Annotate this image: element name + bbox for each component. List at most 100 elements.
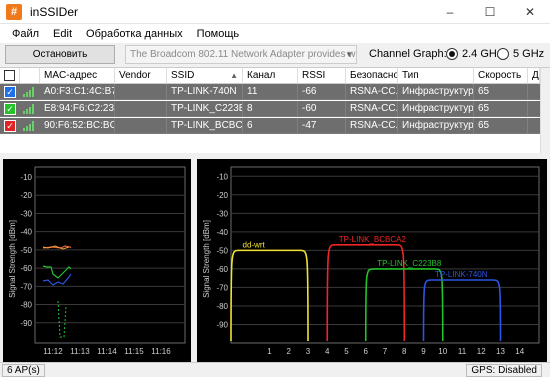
channel-xtick-label: 12 bbox=[477, 347, 486, 356]
cell-mac: E8:94:F6:C2:23:... bbox=[40, 101, 115, 117]
row-checkbox[interactable]: ✓ bbox=[4, 86, 16, 98]
cell-speed: 65 bbox=[474, 118, 528, 134]
time-ytick-label: -60 bbox=[20, 264, 32, 273]
cell-security: RSNA-CC... bbox=[346, 84, 398, 100]
channel-ytick-label: -50 bbox=[216, 246, 228, 255]
time-ytick-label: -20 bbox=[20, 191, 32, 200]
maximize-button[interactable]: ☐ bbox=[470, 0, 510, 24]
channel-xtick-label: 4 bbox=[325, 347, 330, 356]
signal-bars-icon bbox=[23, 104, 35, 114]
cell-ssid: TP-LINK_BCBCA2 bbox=[167, 118, 243, 134]
graphs-area: Signal Strength [dBm] -10 -20 -30 -40 -50 -60… bbox=[0, 159, 550, 362]
series-label: TP-LINK_BCBCA2 bbox=[339, 235, 407, 244]
time-ytick-label: -40 bbox=[20, 228, 32, 237]
cell-mac: 90:F6:52:BC:BC... bbox=[40, 118, 115, 134]
cell-type: Инфраструктура bbox=[398, 118, 474, 134]
cell-rssi: -47 bbox=[298, 118, 346, 134]
table-row[interactable]: ✓ 90:F6:52:BC:BC... TP-LINK_BCBCA26-47RSNA… bbox=[0, 118, 540, 134]
channel-curve-dd-wrt bbox=[230, 249, 309, 342]
adapter-dropdown-value: The Broadcom 802.11 Network Adapter prov… bbox=[130, 49, 357, 60]
chevron-down-icon: ▼ bbox=[345, 50, 353, 59]
column-header-signal[interactable] bbox=[20, 68, 40, 84]
time-ytick-label: -10 bbox=[20, 173, 32, 182]
close-button[interactable]: ✕ bbox=[510, 0, 550, 24]
cell-vendor bbox=[115, 118, 167, 134]
time-xtick-label: 11:14 bbox=[97, 347, 117, 356]
channel-xtick-label: 5 bbox=[344, 347, 349, 356]
cell-security: RSNA-CC... bbox=[346, 101, 398, 117]
time-ytick-label: -30 bbox=[20, 209, 32, 218]
channel-ytick-label: -20 bbox=[216, 191, 228, 200]
cell-speed: 65 bbox=[474, 84, 528, 100]
adapter-dropdown[interactable]: The Broadcom 802.11 Network Adapter prov… bbox=[125, 45, 357, 64]
minimize-button[interactable]: – bbox=[430, 0, 470, 24]
gps-status: GPS: Disabled bbox=[466, 364, 542, 377]
time-graph-ylabel: Signal Strength [dBm] bbox=[8, 220, 17, 298]
stop-button[interactable]: Остановить bbox=[5, 45, 115, 64]
cell-type: Инфраструктура bbox=[398, 84, 474, 100]
toolbar: Остановить The Broadcom 802.11 Network A… bbox=[0, 43, 550, 67]
channel-xtick-label: 8 bbox=[402, 347, 407, 356]
cell-channel: 11 bbox=[243, 84, 298, 100]
channel-ytick-label: -80 bbox=[216, 302, 228, 311]
cell-channel: 6 bbox=[243, 118, 298, 134]
menu-help[interactable]: Помощь bbox=[191, 28, 248, 40]
menu-edit[interactable]: Edit bbox=[47, 28, 80, 40]
window-title: inSSIDer bbox=[30, 4, 79, 19]
channel-graph: Signal Strength [dBm] -10 -20 -30 -40 -50 -60… bbox=[202, 166, 540, 356]
cell-vendor bbox=[115, 101, 167, 117]
channel-graph-pane: Signal Strength [dBm] -10 -20 -30 -40 -50 -60… bbox=[197, 159, 547, 362]
time-ytick-label: -70 bbox=[20, 282, 32, 291]
column-header-more[interactable]: Д bbox=[528, 68, 540, 84]
cell-ssid: TP-LINK_C223B8 bbox=[167, 101, 243, 117]
column-header-vendor[interactable]: Vendor bbox=[115, 68, 167, 84]
sort-ascending-icon: ▲ bbox=[230, 71, 238, 80]
cell-rssi: -66 bbox=[298, 84, 346, 100]
time-graph-pane: Signal Strength [dBm] -10 -20 -30 -40 -50 -60… bbox=[3, 159, 191, 362]
network-table: MAC-адрес Vendor SSID ▲ Канал RSSI Безоп… bbox=[0, 67, 550, 153]
menu-data-processing[interactable]: Обработка данных bbox=[80, 28, 191, 40]
channel-xtick-label: 13 bbox=[496, 347, 505, 356]
column-header-speed[interactable]: Скорость bbox=[474, 68, 528, 84]
channel-xtick-label: 10 bbox=[438, 347, 447, 356]
cell-vendor bbox=[115, 84, 167, 100]
column-header-select[interactable] bbox=[0, 68, 20, 84]
column-header-type[interactable]: Тип bbox=[398, 68, 474, 84]
time-xtick-label: 11:15 bbox=[124, 347, 144, 356]
table-row[interactable]: ✓ E8:94:F6:C2:23:... TP-LINK_C223B88-60RSN… bbox=[0, 101, 540, 117]
channel-ytick-label: -30 bbox=[216, 209, 228, 218]
cell-type: Инфраструктура bbox=[398, 101, 474, 117]
channel-curve-tp-link-740n bbox=[422, 279, 502, 342]
signal-bars-icon bbox=[23, 87, 35, 97]
cell-mac: A0:F3:C1:4C:B7... bbox=[40, 84, 115, 100]
column-header-channel[interactable]: Канал bbox=[243, 68, 298, 84]
time-xtick-label: 11:16 bbox=[151, 347, 171, 356]
cell-ssid: TP-LINK-740N bbox=[167, 84, 243, 100]
band-24ghz-radio[interactable] bbox=[446, 48, 458, 60]
band-5ghz-radio[interactable] bbox=[497, 48, 509, 60]
channel-xtick-label: 2 bbox=[287, 347, 292, 356]
time-ytick-label: -50 bbox=[20, 246, 32, 255]
table-scrollbar[interactable] bbox=[540, 68, 550, 153]
series-label: TP-LINK-740N bbox=[435, 270, 488, 279]
time-ytick-label: -80 bbox=[20, 301, 32, 310]
channel-xtick-label: 7 bbox=[383, 347, 388, 356]
column-header-mac[interactable]: MAC-адрес bbox=[40, 68, 115, 84]
cell-security: RSNA-CC... bbox=[346, 118, 398, 134]
channel-ytick-label: -40 bbox=[216, 228, 228, 237]
title-bar: # inSSIDer – ☐ ✕ bbox=[0, 0, 550, 24]
table-row[interactable]: ✓ A0:F3:C1:4C:B7... TP-LINK-740N11-66RSNA-… bbox=[0, 84, 540, 100]
cell-speed: 65 bbox=[474, 101, 528, 117]
row-checkbox[interactable]: ✓ bbox=[4, 103, 16, 115]
band-5ghz-label[interactable]: 5 GHz bbox=[513, 48, 544, 60]
column-header-rssi[interactable]: RSSI bbox=[298, 68, 346, 84]
column-header-security[interactable]: Безопасность bbox=[346, 68, 398, 84]
signal-bars-icon bbox=[23, 121, 35, 131]
menu-file[interactable]: Файл bbox=[6, 28, 47, 40]
channel-xtick-label: 11 bbox=[458, 347, 467, 356]
column-header-ssid[interactable]: SSID ▲ bbox=[167, 68, 243, 84]
channel-ytick-label: -70 bbox=[216, 283, 228, 292]
channel-xtick-label: 1 bbox=[267, 347, 272, 356]
channel-xtick-label: 14 bbox=[515, 347, 524, 356]
row-checkbox[interactable]: ✓ bbox=[4, 120, 16, 132]
